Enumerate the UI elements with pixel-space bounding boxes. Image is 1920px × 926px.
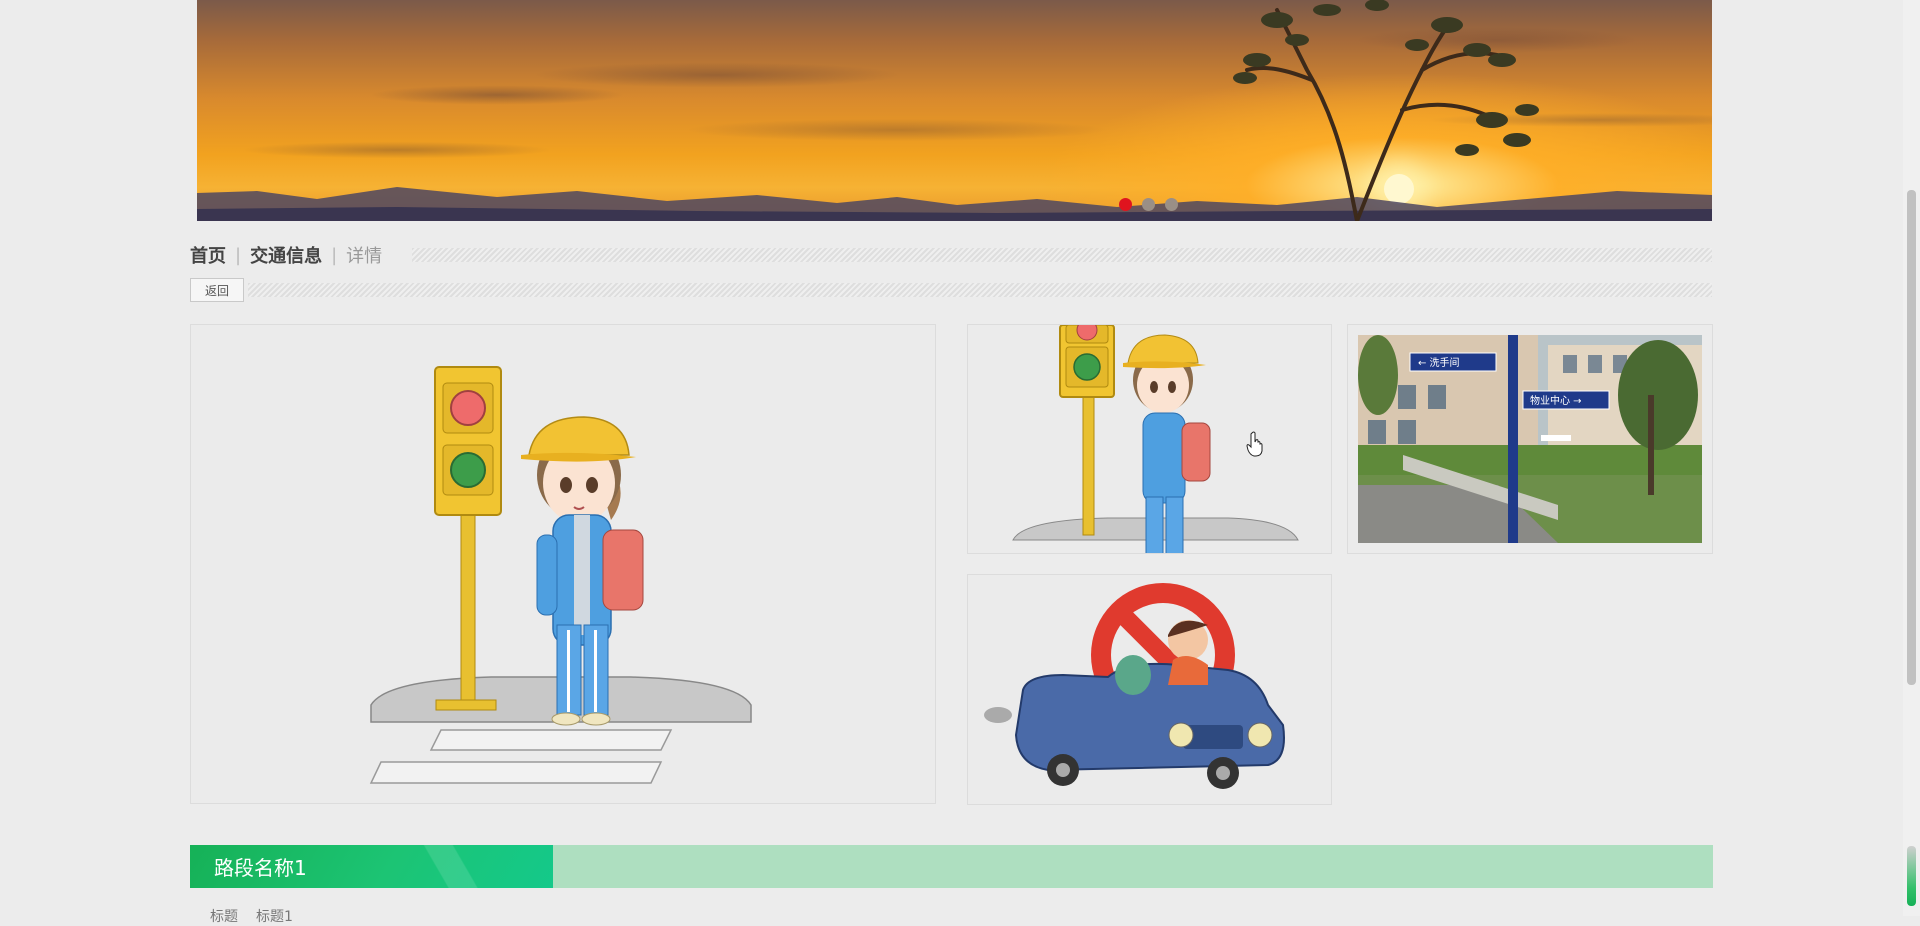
info-row: 标题 标题1 [210,906,293,926]
street-sign-photo: ← 洗手间 物业中心 → [1348,325,1712,553]
breadcrumb: 首页 | 交通信息 | 详情 [190,242,1712,268]
main-image[interactable] [190,324,936,804]
slide-indicators [1119,198,1178,211]
girl-traffic-light-illustration [968,325,1331,553]
breadcrumb-current: 详情 [346,246,383,267]
hatch-divider [412,248,1712,262]
info-label: 标题 [210,909,238,925]
title-decoration [390,845,510,888]
svg-text:← 洗手间: ← 洗手间 [1418,356,1460,369]
vertical-scrollbar[interactable] [1903,0,1920,916]
breadcrumb-separator: | [235,244,242,266]
section-header: 路段名称1 [190,845,1713,888]
section-title: 路段名称1 [190,845,553,888]
hand-cursor-icon [1246,431,1263,457]
slide-dot[interactable] [1142,198,1155,211]
info-value: 标题1 [256,909,293,925]
thumbnail-image[interactable] [967,324,1332,554]
thumbnail-image[interactable] [967,574,1332,805]
breadcrumb-home[interactable]: 首页 [190,242,226,268]
back-row: 返回 [190,277,1712,303]
tree-silhouette [1233,0,1539,221]
section-title-text: 路段名称1 [214,856,307,880]
girl-traffic-light-illustration [191,325,935,803]
scroll-to-top-icon[interactable] [1907,846,1916,906]
breadcrumb-traffic-info[interactable]: 交通信息 [250,242,322,268]
scrollbar-thumb[interactable] [1907,190,1916,685]
breadcrumb-separator: | [331,244,338,266]
no-entry-car-illustration [968,575,1331,804]
slide-dot[interactable] [1119,198,1132,211]
back-button[interactable]: 返回 [190,278,244,302]
slide-dot[interactable] [1165,198,1178,211]
hatch-divider [248,283,1712,297]
svg-text:物业中心 →: 物业中心 → [1530,394,1582,407]
banner-slideshow[interactable] [197,0,1712,221]
thumbnail-image[interactable]: ← 洗手间 物业中心 → [1347,324,1713,554]
